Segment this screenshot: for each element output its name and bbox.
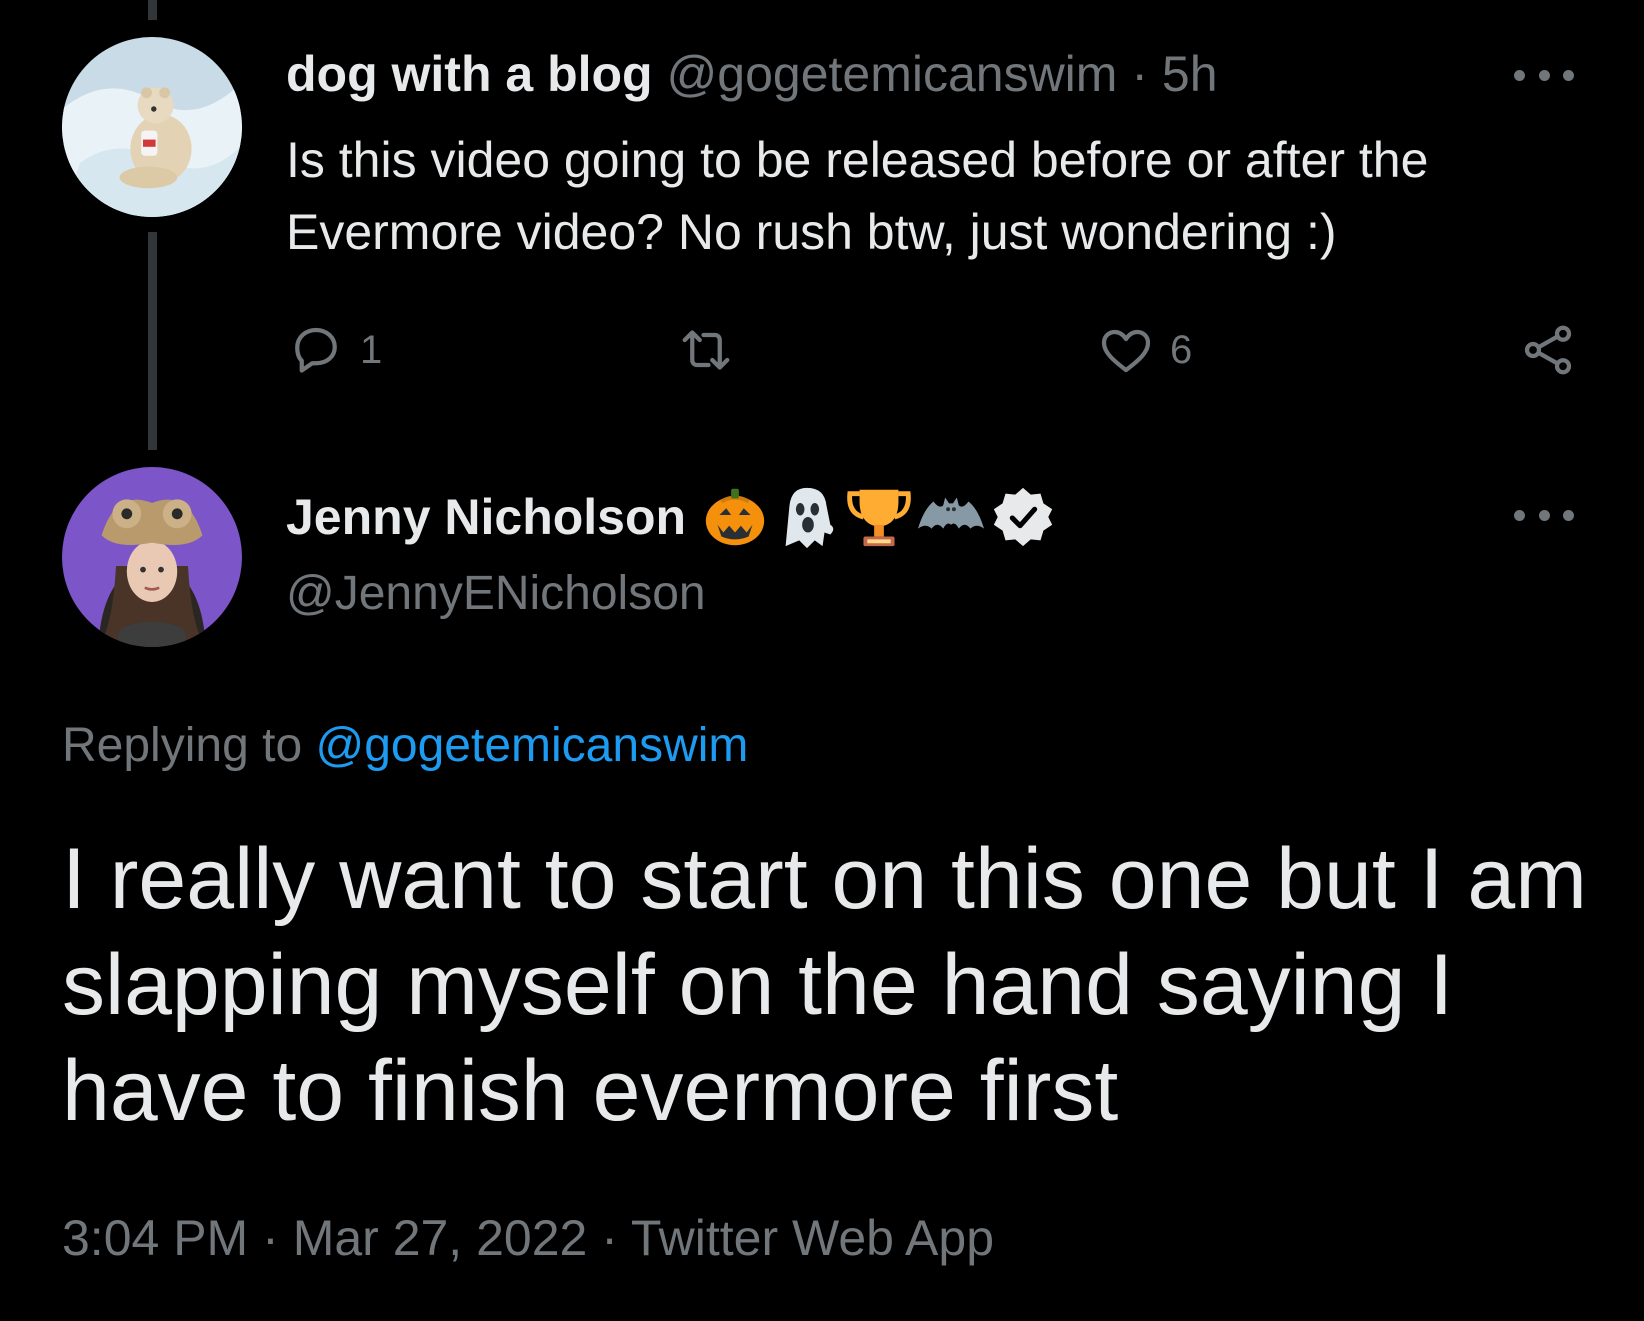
tweet-source: Twitter Web App — [630, 1210, 995, 1266]
replying-to-line: Replying to @gogetemicanswim — [62, 712, 748, 780]
meta-separator: · — [601, 1210, 618, 1266]
main-tweet-text: I really want to start on this one but I… — [62, 831, 1587, 1139]
parent-tweet-time[interactable]: 5h — [1162, 46, 1218, 102]
meta-separator: · — [262, 1210, 279, 1266]
thread-line — [148, 232, 157, 450]
main-author-name-row: Jenny Nicholson — [286, 482, 1060, 552]
thread-line-top — [148, 0, 157, 20]
parent-author-name[interactable]: dog with a blog — [286, 46, 653, 102]
parent-author-handle[interactable]: @gogetemicanswim — [667, 46, 1118, 102]
trophy-emoji-icon — [847, 489, 911, 547]
parent-avatar[interactable] — [62, 37, 242, 217]
polar-bear-avatar-icon — [62, 37, 242, 217]
profile-photo-avatar-icon — [62, 467, 242, 647]
parent-tweet-text: Is this video going to be released befor… — [286, 132, 1429, 260]
replying-to-label: Replying to — [62, 719, 303, 772]
name-badges — [700, 482, 1060, 552]
like-button[interactable]: 6 — [1096, 318, 1192, 382]
more-dot-icon — [1563, 69, 1574, 81]
more-dot-icon — [1538, 69, 1550, 81]
more-dot-icon — [1563, 509, 1574, 521]
retweet-button[interactable] — [676, 318, 736, 382]
main-author-handle[interactable]: @JennyENicholson — [286, 560, 706, 628]
main-author-name[interactable]: Jenny Nicholson — [286, 483, 686, 551]
reply-count: 1 — [360, 327, 383, 372]
tweet-time[interactable]: 3:04 PM — [62, 1210, 248, 1266]
ghost-emoji-icon — [785, 487, 834, 549]
tweet-metadata: 3:04 PM · Mar 27, 2022 · Twitter Web App — [62, 1204, 994, 1272]
jack-o-lantern-emoji-icon — [705, 488, 765, 546]
bat-emoji-icon — [918, 497, 985, 529]
share-button[interactable] — [1518, 318, 1578, 382]
parent-tweet-actions: 1 6 — [286, 318, 1576, 382]
reply-icon — [295, 327, 337, 373]
retweet-icon — [682, 330, 730, 370]
verified-badge-icon — [993, 487, 1053, 547]
parent-tweet-header: dog with a blog @gogetemicanswim · 5h — [286, 40, 1218, 108]
header-separator: · — [1131, 46, 1149, 102]
more-dot-icon — [1514, 69, 1525, 81]
main-avatar[interactable] — [62, 467, 242, 647]
share-icon — [1524, 325, 1572, 375]
main-more-options-button[interactable] — [1514, 495, 1574, 535]
replying-to-mention-link[interactable]: @gogetemicanswim — [315, 719, 748, 772]
more-dot-icon — [1538, 509, 1550, 521]
heart-icon — [1101, 329, 1151, 373]
tweet-date[interactable]: Mar 27, 2022 — [293, 1210, 588, 1266]
parent-more-options-button[interactable] — [1514, 55, 1574, 95]
reply-button[interactable]: 1 — [286, 318, 382, 382]
like-count: 6 — [1170, 327, 1193, 372]
more-dot-icon — [1514, 509, 1525, 521]
